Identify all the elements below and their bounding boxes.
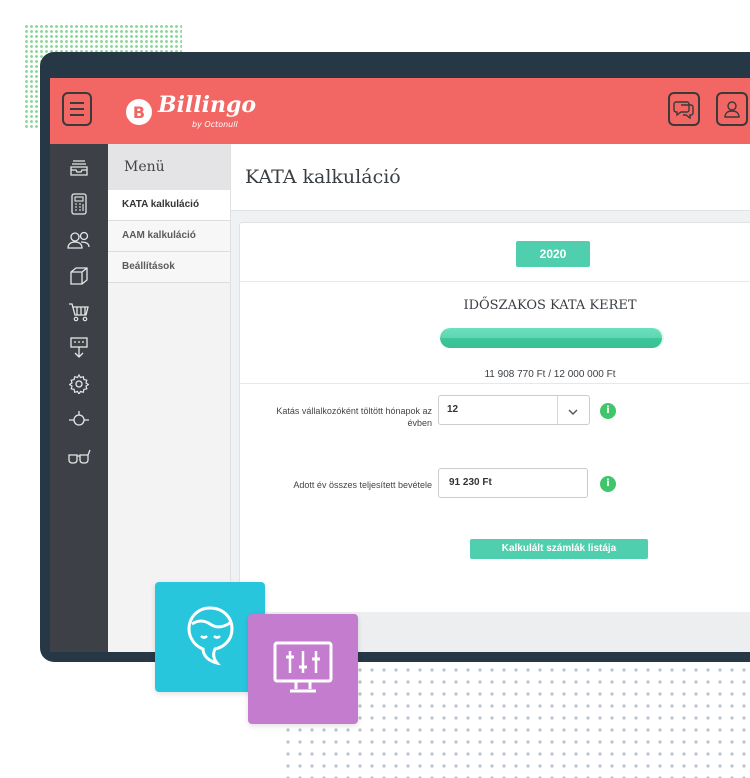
monitor-sliders-icon bbox=[248, 614, 358, 724]
side-menu: Menü KATA kalkuláció AAM kalkuláció Beál… bbox=[108, 144, 231, 652]
brand-subtitle: by Octonull bbox=[192, 120, 238, 129]
menu-item-beallitasok[interactable]: Beállítások bbox=[108, 252, 230, 283]
inbox-icon[interactable] bbox=[65, 154, 93, 182]
calculated-invoices-button[interactable]: Kalkulált számlák listája bbox=[470, 539, 648, 559]
glasses-icon[interactable] bbox=[65, 442, 93, 470]
revenue-input[interactable]: 91 230 Ft bbox=[438, 468, 588, 498]
brand-name: Billingo bbox=[158, 92, 257, 118]
chat-icon[interactable] bbox=[668, 92, 700, 126]
download-icon[interactable] bbox=[65, 334, 93, 362]
info-icon[interactable]: i bbox=[600, 476, 616, 492]
divider bbox=[240, 281, 750, 282]
target-icon[interactable] bbox=[65, 406, 93, 434]
gear-icon[interactable] bbox=[65, 370, 93, 398]
revenue-label: Adott év összes teljesített bevétele bbox=[293, 480, 432, 490]
menu-item-aam-kalkulacio[interactable]: AAM kalkuláció bbox=[108, 221, 230, 252]
year-button[interactable]: 2020 bbox=[516, 241, 590, 267]
brand-logo[interactable]: B Billingo by Octonull bbox=[126, 90, 268, 134]
icon-sidebar bbox=[50, 144, 108, 652]
months-select-value: 12 bbox=[447, 404, 459, 415]
chevron-down-icon[interactable] bbox=[565, 404, 581, 418]
users-icon[interactable] bbox=[65, 226, 93, 254]
top-bar: B Billingo by Octonull bbox=[50, 78, 750, 144]
logo-wordmark: Billingo by Octonull bbox=[158, 90, 268, 134]
select-separator bbox=[557, 396, 558, 424]
calculator-card: 2020 IDŐSZAKOS KATA KERET 11 908 770 Ft … bbox=[239, 222, 750, 614]
app-window: B Billingo by Octonull Menü KATA kalkulá… bbox=[50, 78, 750, 652]
user-icon[interactable] bbox=[716, 92, 748, 126]
limit-title: IDŐSZAKOS KATA KERET bbox=[463, 298, 637, 313]
box-icon[interactable] bbox=[65, 262, 93, 290]
months-label: Katás vállalkozóként töltött hónapok az … bbox=[276, 406, 432, 428]
months-select[interactable]: 12 bbox=[438, 395, 590, 425]
divider bbox=[240, 383, 750, 384]
page-header: KATA kalkuláció bbox=[231, 144, 750, 211]
limit-progress-fill bbox=[440, 328, 663, 348]
calculator-icon[interactable] bbox=[65, 190, 93, 218]
menu-title: Menü bbox=[108, 144, 230, 190]
limit-amount-text: 11 908 770 Ft / 12 000 000 Ft bbox=[484, 369, 616, 380]
page-title: KATA kalkuláció bbox=[245, 166, 401, 188]
cart-icon[interactable] bbox=[65, 298, 93, 326]
main-content: KATA kalkuláció 2020 IDŐSZAKOS KATA KERE… bbox=[231, 144, 750, 652]
limit-progress-bar bbox=[440, 328, 664, 348]
info-icon[interactable]: i bbox=[600, 403, 616, 419]
menu-item-kata-kalkulacio[interactable]: KATA kalkuláció bbox=[108, 190, 230, 221]
hamburger-menu-icon[interactable] bbox=[62, 92, 92, 126]
logo-mark: B bbox=[126, 99, 152, 125]
